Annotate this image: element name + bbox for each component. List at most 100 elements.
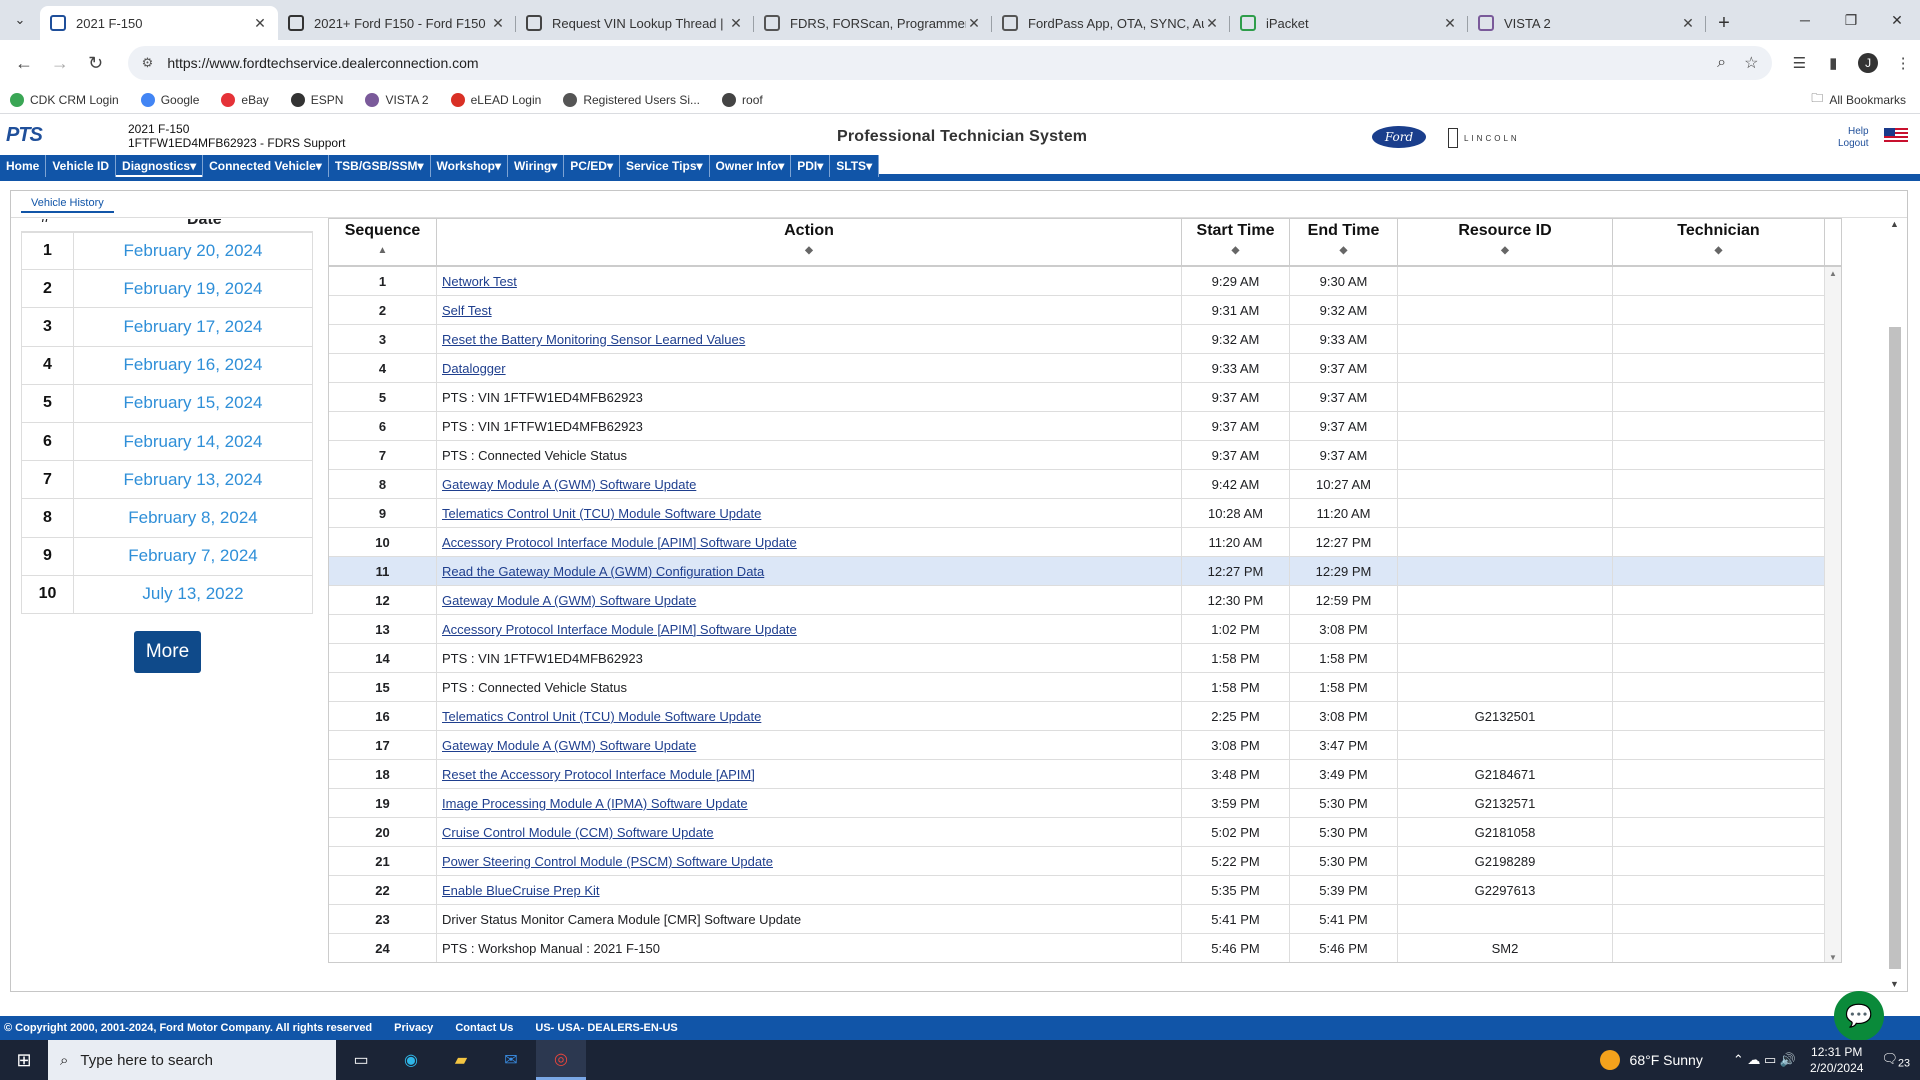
nav-item-slts[interactable]: SLTS ▾ — [830, 155, 880, 177]
task-view-icon[interactable]: ▭ — [336, 1040, 386, 1080]
sort-icon[interactable]: ◆ — [1613, 245, 1824, 256]
table-row[interactable]: 24 PTS : Workshop Manual : 2021 F-150 5:46… — [329, 934, 1825, 962]
table-row[interactable]: 3 Reset the Battery Monitoring Sensor Lea… — [329, 325, 1825, 354]
table-row[interactable]: 10 Accessory Protocol Interface Module [A… — [329, 528, 1825, 557]
col-header-resource-id[interactable]: Resource ID ◆ — [1398, 219, 1613, 267]
visit-date-link[interactable]: February 17, 2024 — [73, 307, 313, 347]
nav-item-workshop[interactable]: Workshop ▾ — [430, 155, 509, 177]
tab-close-icon[interactable]: ✕ — [966, 15, 982, 32]
table-row[interactable]: 16 Telematics Control Unit (TCU) Module S… — [329, 702, 1825, 731]
action-link[interactable]: Gateway Module A (GWM) Software Update — [442, 593, 696, 608]
browser-tab[interactable]: iPacket ✕ — [1230, 6, 1468, 40]
side-panel-icon[interactable]: ▮ — [1816, 54, 1850, 72]
browser-tab[interactable]: FordPass App, OTA, SYNC, Aud ✕ — [992, 6, 1230, 40]
tab-vehicle-history[interactable]: Vehicle History — [21, 197, 114, 213]
action-link[interactable]: Network Test — [442, 274, 517, 289]
nav-item-connected-vehicle[interactable]: Connected Vehicle ▾ — [203, 155, 329, 177]
bookmark-item[interactable]: VISTA 2 — [365, 92, 429, 107]
visit-date-link[interactable]: February 16, 2024 — [73, 345, 313, 385]
more-button[interactable]: More — [134, 631, 201, 673]
action-link[interactable]: Read the Gateway Module A (GWM) Configur… — [442, 564, 764, 579]
chat-icon[interactable]: 💬 — [1834, 991, 1884, 1041]
action-link[interactable]: Reset the Battery Monitoring Sensor Lear… — [442, 332, 745, 347]
table-row[interactable]: 8 Gateway Module A (GWM) Software Update 9… — [329, 470, 1825, 499]
visit-date-link[interactable]: February 20, 2024 — [73, 230, 313, 271]
table-row[interactable]: 22 Enable BlueCruise Prep Kit 5:35 PM 5:39 … — [329, 876, 1825, 905]
outlook-icon[interactable]: ✉ — [486, 1040, 536, 1080]
minimize-icon[interactable]: ─ — [1782, 0, 1828, 40]
visit-date-link[interactable]: February 15, 2024 — [73, 383, 313, 423]
back-icon[interactable]: ← — [6, 53, 42, 74]
action-link[interactable]: Reset the Accessory Protocol Interface M… — [442, 767, 755, 782]
table-row[interactable]: 7 PTS : Connected Vehicle Status 9:37 AM 9:… — [329, 441, 1825, 470]
table-row[interactable]: 12 Gateway Module A (GWM) Software Update… — [329, 586, 1825, 615]
bookmark-item[interactable]: Registered Users Si... — [563, 92, 700, 107]
table-row[interactable]: 11 Read the Gateway Module A (GWM) Config… — [329, 557, 1825, 586]
nav-item-tsb-gsb-ssm[interactable]: TSB/GSB/SSM ▾ — [328, 155, 431, 177]
table-row[interactable]: 4 Datalogger 9:33 AM 9:37 AM — [329, 354, 1825, 383]
table-row[interactable]: 5 PTS : VIN 1FTFW1ED4MFB62923 9:37 AM 9:37 … — [329, 383, 1825, 412]
table-row[interactable]: 9 Telematics Control Unit (TCU) Module So… — [329, 499, 1825, 528]
visit-date-link[interactable]: February 19, 2024 — [73, 269, 313, 309]
file-explorer-icon[interactable]: ▰ — [436, 1040, 486, 1080]
col-header-technician[interactable]: Technician ◆ — [1613, 219, 1825, 267]
help-link[interactable]: Help — [1838, 126, 1869, 138]
profile-avatar[interactable]: J — [1858, 53, 1879, 73]
close-window-icon[interactable]: ✕ — [1874, 0, 1920, 40]
action-link[interactable]: Gateway Module A (GWM) Software Update — [442, 738, 696, 753]
nav-item-vehicle-id[interactable]: Vehicle ID — [46, 155, 117, 177]
sort-icon[interactable]: ◆ — [1290, 245, 1397, 256]
tab-close-icon[interactable]: ✕ — [252, 15, 268, 32]
sort-icon[interactable]: ◆ — [1398, 245, 1612, 256]
action-link[interactable]: Cruise Control Module (CCM) Software Upd… — [442, 825, 714, 840]
us-flag-icon[interactable] — [1884, 128, 1908, 143]
table-row[interactable]: 21 Power Steering Control Module (PSCM) S… — [329, 847, 1825, 876]
privacy-link[interactable]: Privacy — [394, 1022, 433, 1034]
bookmark-item[interactable]: CDK CRM Login — [10, 92, 119, 107]
table-row[interactable]: 19 Image Processing Module A (IPMA) Softw… — [329, 789, 1825, 818]
action-link[interactable]: Accessory Protocol Interface Module [API… — [442, 535, 797, 550]
nav-item-service-tips[interactable]: Service Tips ▾ — [620, 155, 710, 177]
action-link[interactable]: Self Test — [442, 303, 492, 318]
browser-tab[interactable]: 2021+ Ford F150 - Ford F150 F ✕ — [278, 6, 516, 40]
visit-date-link[interactable]: February 14, 2024 — [73, 421, 313, 462]
table-row[interactable]: 2 Self Test 9:31 AM 9:32 AM — [329, 296, 1825, 325]
table-row[interactable]: 17 Gateway Module A (GWM) Software Update… — [329, 731, 1825, 760]
table-row[interactable]: 18 Reset the Accessory Protocol Interface… — [329, 760, 1825, 789]
col-header-end-time[interactable]: End Time ◆ — [1290, 219, 1398, 267]
site-info-icon[interactable]: ⚙ — [142, 55, 154, 71]
url-text[interactable]: https://www.fordtechservice.dealerconnec… — [167, 55, 1699, 71]
sort-icon[interactable]: ◆ — [437, 245, 1181, 256]
page-scroll-up-icon[interactable]: ▲ — [1890, 219, 1899, 229]
all-bookmarks-button[interactable]: 🗀 All Bookmarks — [1811, 89, 1906, 110]
action-link[interactable]: Image Processing Module A (IPMA) Softwar… — [442, 796, 748, 811]
zoom-icon[interactable]: ⌕ — [1717, 54, 1726, 72]
sort-ascending-icon[interactable]: ▲ — [329, 245, 436, 256]
action-link[interactable]: Enable BlueCruise Prep Kit — [442, 883, 600, 898]
bookmark-item[interactable]: roof — [722, 92, 763, 107]
action-link[interactable]: Power Steering Control Module (PSCM) Sof… — [442, 854, 773, 869]
nav-item-owner-info[interactable]: Owner Info ▾ — [709, 155, 792, 177]
action-link[interactable]: Telematics Control Unit (TCU) Module Sof… — [442, 709, 761, 724]
visit-date-link[interactable]: February 13, 2024 — [73, 460, 313, 500]
action-link[interactable]: Telematics Control Unit (TCU) Module Sof… — [442, 506, 761, 521]
bookmark-item[interactable]: eLEAD Login — [450, 92, 541, 107]
browser-tab[interactable]: 2021 F-150 ✕ — [40, 6, 278, 40]
page-scroll-thumb[interactable] — [1889, 327, 1901, 969]
tray-icons[interactable]: ⌃ ☁ ▭ 🔊 — [1733, 1052, 1796, 1068]
tab-close-icon[interactable]: ✕ — [490, 15, 506, 32]
col-header-start-time[interactable]: Start Time ◆ — [1182, 219, 1290, 267]
bookmark-item[interactable]: ESPN — [290, 92, 343, 107]
tab-close-icon[interactable]: ✕ — [1680, 15, 1696, 32]
pts-logo[interactable]: PTS — [6, 124, 60, 146]
contact-link[interactable]: Contact Us — [455, 1022, 513, 1034]
browser-tab[interactable]: FDRS, FORScan, Programmers, ✕ — [754, 6, 992, 40]
menu-kebab-icon[interactable]: ⋮ — [1886, 54, 1920, 72]
table-row[interactable]: 13 Accessory Protocol Interface Module [A… — [329, 615, 1825, 644]
action-link[interactable]: Accessory Protocol Interface Module [API… — [442, 622, 797, 637]
windows-start-icon[interactable]: ⊞ — [0, 1040, 48, 1080]
clock[interactable]: 12:31 PM 2/20/2024 — [1810, 1044, 1863, 1076]
nav-item-pdi[interactable]: PDI ▾ — [791, 155, 831, 177]
chrome-icon[interactable]: ◎ — [536, 1040, 586, 1080]
nav-item-wiring[interactable]: Wiring ▾ — [508, 155, 565, 177]
